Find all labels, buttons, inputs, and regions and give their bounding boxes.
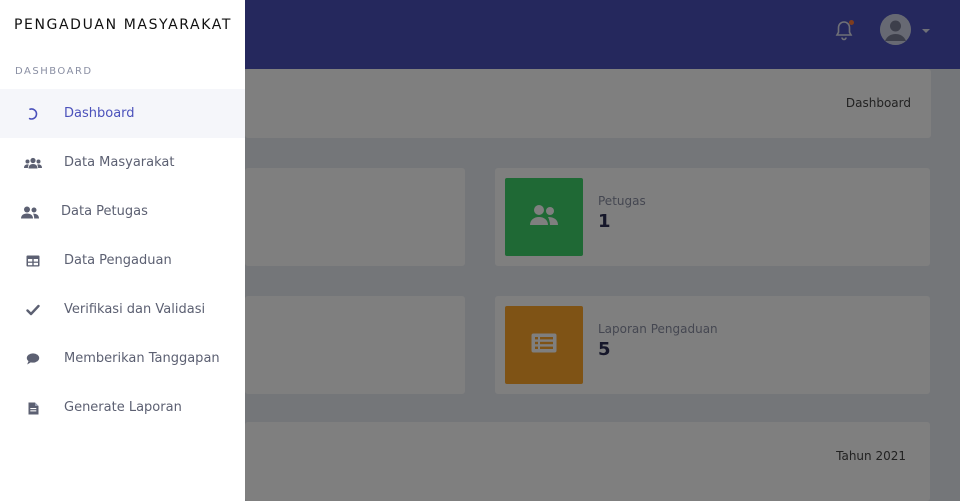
users-icon	[24, 155, 42, 171]
check-icon	[24, 302, 42, 318]
app-brand[interactable]: PENGADUAN MASYARAKAT	[14, 17, 232, 33]
sidebar: PENGADUAN MASYARAKAT DASHBOARD Dashboard	[0, 0, 245, 501]
sidebar-item-label: Memberikan Tanggapan	[64, 351, 220, 366]
table-icon	[24, 253, 42, 269]
sidebar-item-label: Data Masyarakat	[64, 155, 175, 170]
sidebar-item-label: Verifikasi dan Validasi	[64, 302, 206, 317]
sidebar-item-dashboard[interactable]: Dashboard	[0, 89, 245, 138]
sidebar-item-generate-laporan[interactable]: Generate Laporan	[0, 383, 245, 432]
sidebar-item-label: Generate Laporan	[64, 400, 182, 415]
sidebar-item-label: Data Pengaduan	[64, 253, 172, 268]
sidebar-item-label: Data Petugas	[61, 204, 148, 219]
sidebar-section-heading: DASHBOARD	[15, 66, 93, 77]
file-icon	[24, 400, 42, 416]
dashboard-icon	[24, 106, 42, 122]
sidebar-item-data-masyarakat[interactable]: Data Masyarakat	[0, 138, 245, 187]
sidebar-item-data-petugas[interactable]: Data Petugas	[0, 187, 245, 236]
sidebar-item-tanggapan[interactable]: Memberikan Tanggapan	[0, 334, 245, 383]
user-friends-icon	[21, 204, 39, 220]
sidebar-item-label: Dashboard	[64, 106, 135, 121]
sidebar-item-verifikasi[interactable]: Verifikasi dan Validasi	[0, 285, 245, 334]
comment-icon	[24, 351, 42, 367]
sidebar-item-data-pengaduan[interactable]: Data Pengaduan	[0, 236, 245, 285]
sidebar-nav: Dashboard Data Masyarakat Data Petugas D…	[0, 89, 245, 432]
